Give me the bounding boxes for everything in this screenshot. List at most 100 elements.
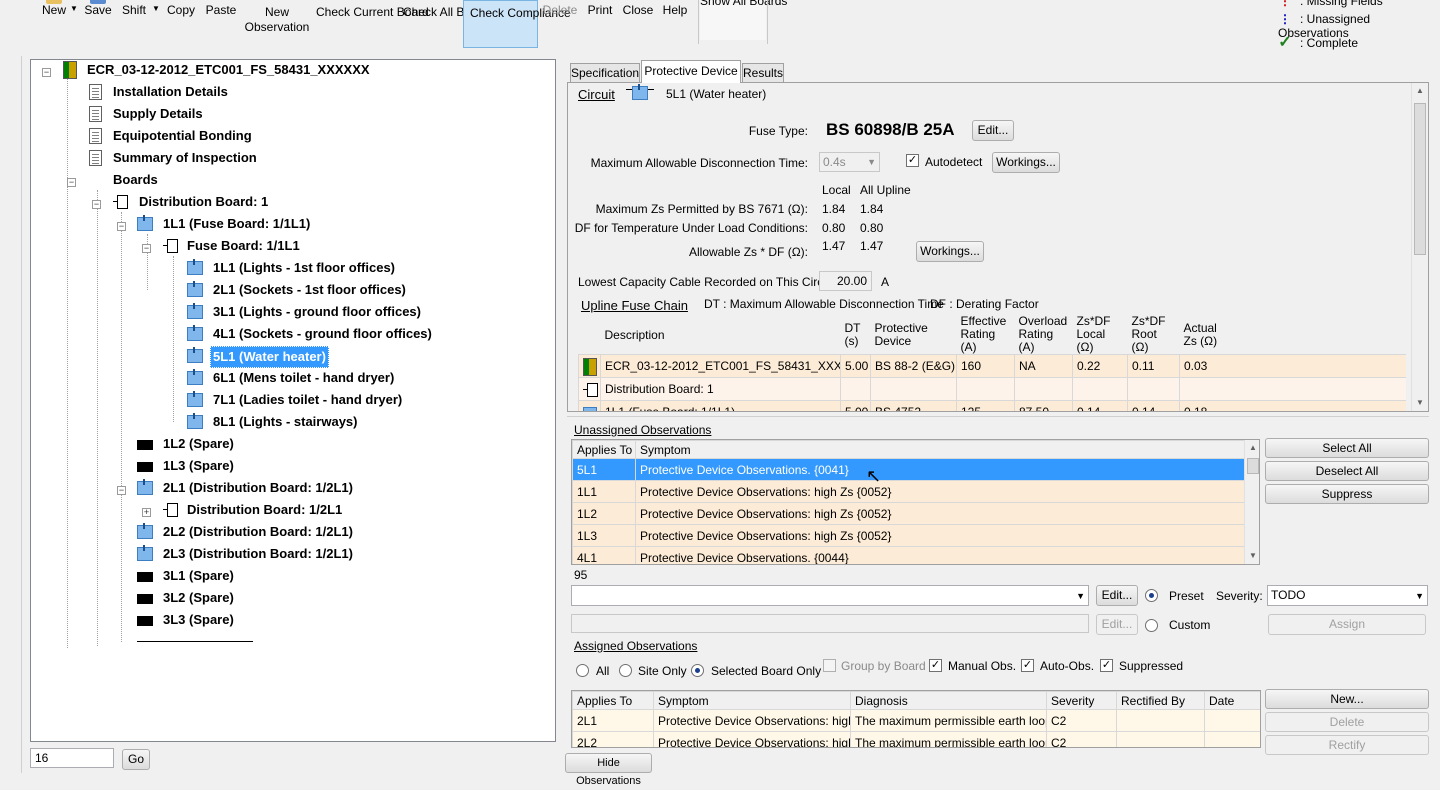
table-row[interactable]: 5L1 Protective Device Observations. {0041… <box>572 458 1245 481</box>
severity-select[interactable]: TODO ▼ <box>1267 585 1428 606</box>
fuse-icon <box>187 303 203 319</box>
preset-observation-select[interactable]: ▼ <box>571 585 1089 606</box>
header-applies-to[interactable]: Applies To <box>572 440 636 459</box>
custom-observation-input[interactable] <box>571 614 1089 633</box>
table-row[interactable]: 1L3 Protective Device Observations: high … <box>572 524 1245 547</box>
scroll-down-icon[interactable]: ▼ <box>1245 548 1259 564</box>
help-button[interactable]: Help <box>659 0 691 48</box>
new-dropdown-arrow-icon[interactable]: ▼ <box>70 4 78 13</box>
collapse-icon[interactable]: − <box>42 68 51 77</box>
tab-results[interactable]: Results <box>742 63 784 82</box>
collapse-icon[interactable]: − <box>117 486 126 495</box>
shift-dropdown-arrow-icon[interactable]: ▼ <box>152 4 160 13</box>
suppress-button[interactable]: Suppress <box>1265 484 1429 504</box>
check-compliance-button[interactable]: Check Compliance <box>463 0 571 48</box>
table-row[interactable]: 2L2 Protective Device Observations: high… <box>572 731 1260 747</box>
new-observation-list-button[interactable]: New... <box>1265 689 1429 709</box>
filter-selected-board-radio[interactable] <box>691 664 704 677</box>
spec-scrollbar[interactable]: ▲ ▼ <box>1411 83 1428 411</box>
copy-button[interactable]: Copy <box>163 0 199 48</box>
filter-site-only-radio[interactable] <box>619 664 632 677</box>
upline-header-zsdf-root: Zs*DF Root (Ω) <box>1127 315 1180 355</box>
header-symptom[interactable]: Symptom <box>653 691 851 710</box>
disconnection-workings-button[interactable]: Workings... <box>992 152 1060 173</box>
allowable-zs-workings-button[interactable]: Workings... <box>916 241 984 262</box>
table-row[interactable]: 1L1 Protective Device Observations: high … <box>572 480 1245 503</box>
header-symptom[interactable]: Symptom <box>635 440 1245 459</box>
legend-complete: ✓: Complete <box>1278 34 1359 51</box>
collapse-icon[interactable]: − <box>142 244 151 253</box>
scroll-down-icon[interactable]: ▼ <box>1412 395 1428 411</box>
tab-specification[interactable]: Specification <box>570 63 640 82</box>
assign-button[interactable]: Assign <box>1268 614 1426 635</box>
custom-edit-button[interactable]: Edit... <box>1096 614 1138 635</box>
table-row[interactable]: 4L1 Protective Device Observations. {0044… <box>572 546 1245 564</box>
manual-obs-checkbox[interactable]: ✓ <box>929 659 942 672</box>
table-row[interactable]: 1L2 Protective Device Observations: high … <box>572 502 1245 525</box>
rectify-button[interactable]: Rectify <box>1265 735 1429 755</box>
upline-fuse-table[interactable]: Description DT (s) Protective Device Eff… <box>578 315 1406 411</box>
expand-icon[interactable]: + <box>142 508 151 517</box>
panel-splitter[interactable] <box>567 416 1429 420</box>
max-disconnection-select[interactable]: 0.4s ▼ <box>819 152 880 172</box>
header-date[interactable]: Date <box>1204 691 1260 710</box>
scroll-up-icon[interactable]: ▲ <box>1245 440 1259 456</box>
save-button[interactable]: Save <box>82 0 114 48</box>
preset-radio[interactable] <box>1145 589 1158 602</box>
cell-symptom: Protective Device Observations. {0041} <box>635 458 1245 481</box>
header-applies-to[interactable]: Applies To <box>572 691 654 710</box>
lowest-capacity-value: 20.00 <box>819 271 872 291</box>
check-current-board-button[interactable]: Check Current Board <box>316 0 429 40</box>
upline-cell: BS 88-2 (E&G) <box>870 354 957 378</box>
check-all-boards-button[interactable]: Check All Boards <box>403 0 494 40</box>
custom-radio[interactable] <box>1145 619 1158 632</box>
table-row[interactable]: ECR_03-12-2012_ETC001_FS_58431_XXXXXX 5.… <box>578 354 1406 378</box>
fuse-type-edit-button[interactable]: Edit... <box>972 120 1014 141</box>
delete-observation-button[interactable]: Delete <box>1265 712 1429 732</box>
deselect-all-button[interactable]: Deselect All <box>1265 461 1429 481</box>
scroll-thumb[interactable] <box>1414 103 1426 255</box>
assigned-observations-table[interactable]: Applies To Symptom Diagnosis Severity Re… <box>571 690 1261 748</box>
collapse-icon[interactable]: − <box>92 200 101 209</box>
collapse-icon[interactable]: − <box>117 222 126 231</box>
preset-edit-button[interactable]: Edit... <box>1096 585 1138 606</box>
assigned-observations-title[interactable]: Assigned Observations <box>574 639 697 653</box>
board-tree[interactable]: − ECR_03-12-2012_ETC001_FS_58431_XXXXXX … <box>30 59 556 742</box>
group-by-board-checkbox[interactable] <box>823 659 836 672</box>
filter-all-radio[interactable] <box>576 664 589 677</box>
unassigned-observations-title[interactable]: Unassigned Observations <box>574 423 711 437</box>
auto-obs-checkbox[interactable]: ✓ <box>1021 659 1034 672</box>
print-button[interactable]: Print <box>583 0 617 48</box>
show-all-boards-button[interactable]: Show All Boards <box>700 0 787 40</box>
select-all-button[interactable]: Select All <box>1265 438 1429 458</box>
header-severity[interactable]: Severity <box>1046 691 1117 710</box>
go-button[interactable]: Go <box>122 749 150 770</box>
close-button[interactable]: Close <box>620 0 656 48</box>
upline-cell <box>1179 377 1406 401</box>
upline-fuse-chain-link[interactable]: Upline Fuse Chain <box>581 298 688 313</box>
auto-obs-label: Auto-Obs. <box>1040 659 1095 673</box>
unassigned-observations-table[interactable]: Applies To Symptom 5L1 Protective Device … <box>571 439 1260 565</box>
header-rectified-by[interactable]: Rectified By <box>1116 691 1205 710</box>
collapse-icon[interactable]: − <box>67 178 76 187</box>
delete-button[interactable]: Delete <box>540 0 580 48</box>
new-observation-button[interactable]: New Observation <box>243 0 311 40</box>
header-diagnosis[interactable]: Diagnosis <box>850 691 1047 710</box>
scroll-thumb[interactable] <box>1247 458 1259 474</box>
new-button[interactable]: New <box>36 0 72 48</box>
table-row[interactable]: 2L1 Protective Device Observations: high… <box>572 709 1260 732</box>
tab-protective-device[interactable]: Protective Device <box>641 60 741 83</box>
goto-input[interactable] <box>30 748 114 768</box>
paste-button[interactable]: Paste <box>202 0 240 48</box>
shift-button[interactable]: Shift <box>118 0 150 48</box>
scroll-up-icon[interactable]: ▲ <box>1412 83 1428 99</box>
autodetect-checkbox[interactable]: ✓ <box>906 154 919 167</box>
table-row[interactable]: Distribution Board: 1 <box>578 377 1406 401</box>
suppressed-checkbox[interactable]: ✓ <box>1100 659 1113 672</box>
unassigned-scrollbar[interactable]: ▲ ▼ <box>1244 440 1259 564</box>
circuit-link[interactable]: Circuit <box>578 87 615 102</box>
table-row[interactable]: 1L1 (Fuse Board: 1/1L1) 5.00 BS 4752 125… <box>578 400 1406 411</box>
hide-observations-button[interactable]: Hide Observations <box>565 753 652 787</box>
preset-label: Preset <box>1169 589 1204 603</box>
board-icon <box>113 194 129 210</box>
